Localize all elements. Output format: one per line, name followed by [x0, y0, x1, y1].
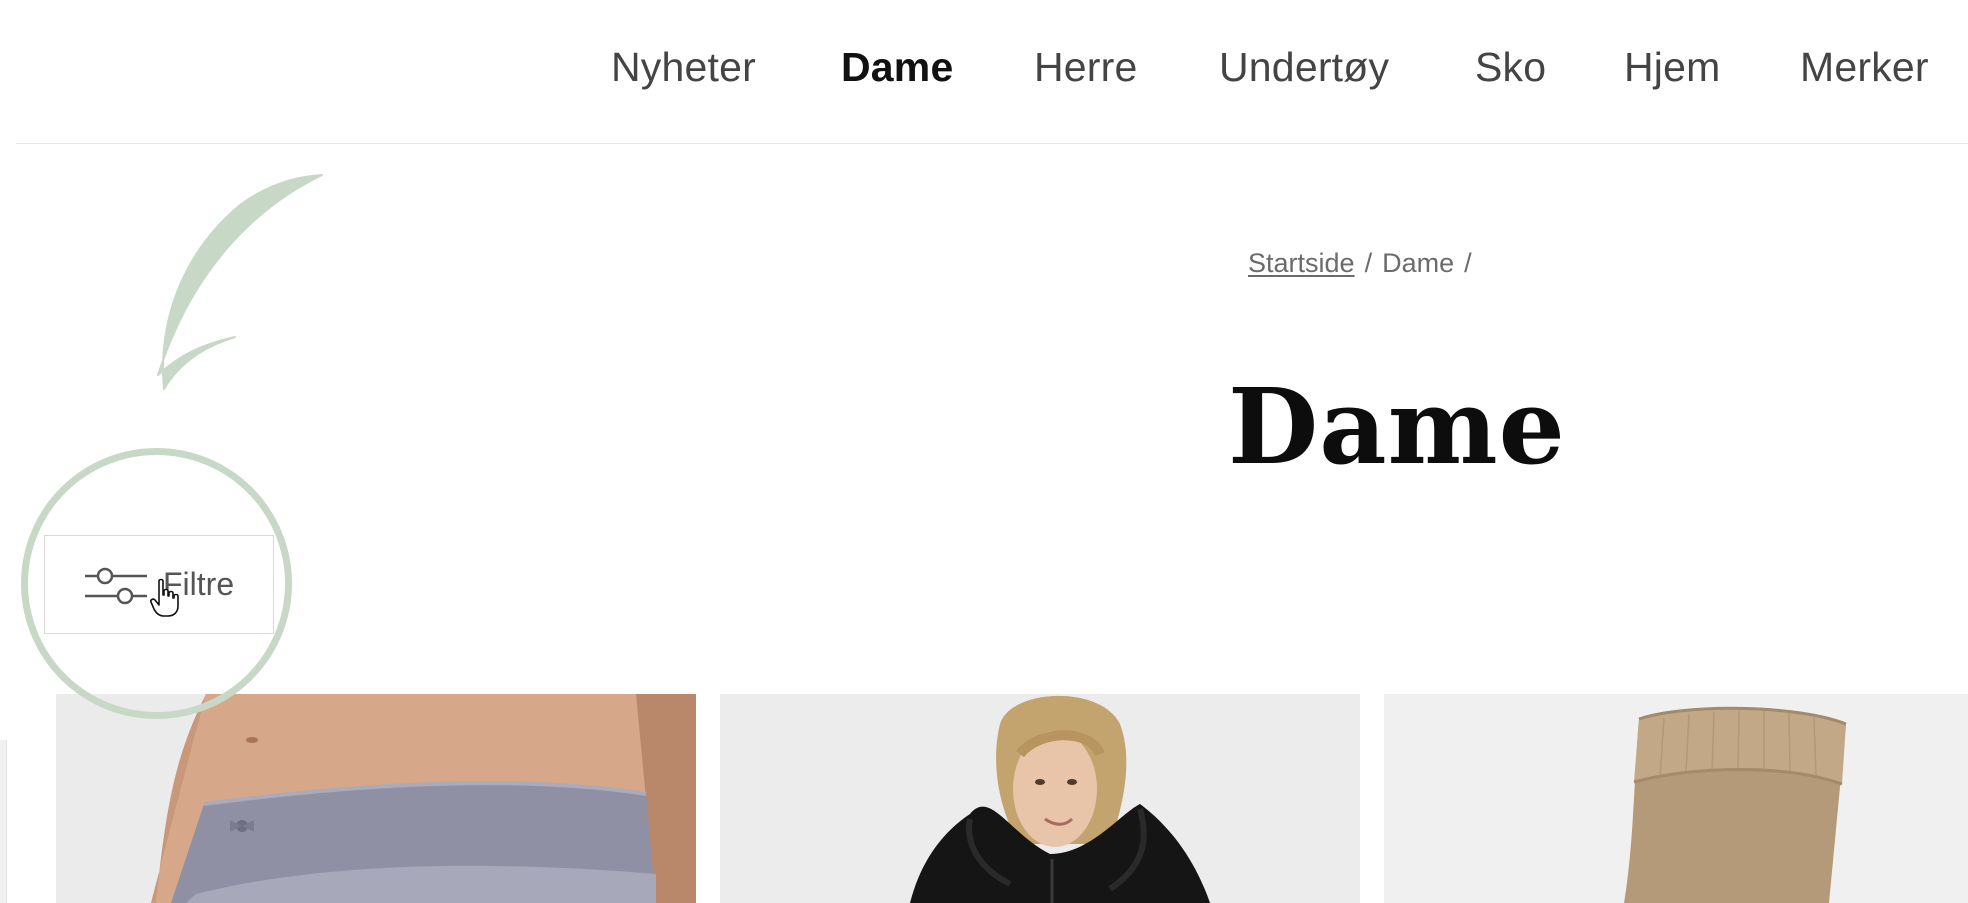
nav-item-hjem[interactable]: Hjem — [1624, 44, 1720, 91]
product-card-fleece-jacket[interactable] — [720, 694, 1360, 903]
breadcrumb-current: Dame — [1382, 248, 1455, 278]
filter-label: Filtre — [163, 566, 235, 602]
nav-item-dame[interactable]: Dame — [841, 44, 953, 91]
product-image-lingerie — [56, 694, 696, 903]
nav-item-merker[interactable]: Merker — [1800, 44, 1929, 91]
nav-item-sko[interactable]: Sko — [1475, 44, 1546, 91]
product-card-socks[interactable] — [1384, 694, 1968, 903]
breadcrumb-home-link[interactable]: Startside — [1248, 248, 1355, 278]
main-navigation: Nyheter Dame Herre Undertøy Sko Hjem Mer… — [16, 0, 1968, 144]
annotation-arrow-icon — [157, 174, 323, 390]
nav-item-herre[interactable]: Herre — [1034, 44, 1138, 91]
breadcrumb-separator: / — [1364, 248, 1373, 278]
product-card-lingerie[interactable] — [56, 694, 696, 903]
page-edge-divider — [0, 740, 7, 903]
product-image-socks — [1384, 694, 1968, 903]
product-image-fleece-jacket — [720, 694, 1360, 903]
page: Nyheter Dame Herre Undertøy Sko Hjem Mer… — [0, 0, 1968, 903]
breadcrumb-separator-trailing: / — [1464, 248, 1472, 278]
page-title: Dame — [1228, 364, 1566, 488]
nav-item-undertoy[interactable]: Undertøy — [1219, 44, 1389, 91]
filter-button[interactable]: Filtre — [44, 535, 274, 634]
nav-item-nyheter[interactable]: Nyheter — [611, 44, 756, 91]
sliders-icon — [85, 567, 147, 605]
breadcrumb: Startside / Dame / — [1248, 248, 1482, 279]
